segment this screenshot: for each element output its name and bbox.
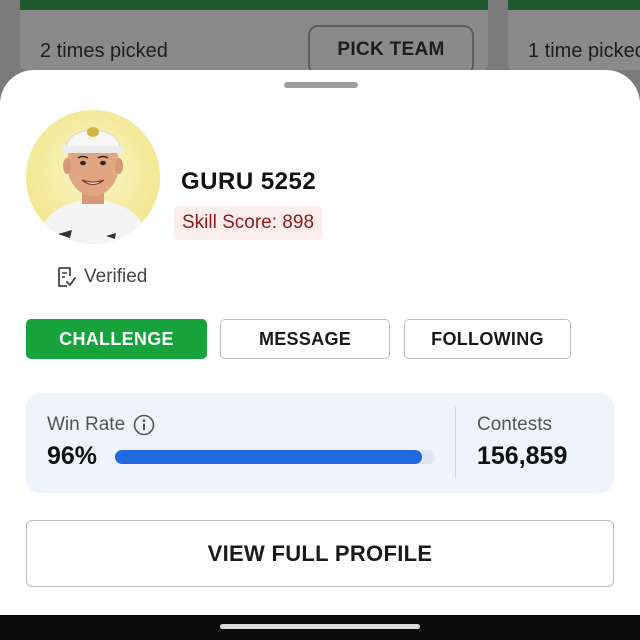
win-rate-value: 96% [47, 442, 98, 470]
win-rate-progress-bar [115, 450, 435, 464]
sheet-drag-handle[interactable] [284, 82, 358, 88]
skill-score-badge: Skill Score: 898 [174, 206, 323, 240]
avatar[interactable] [26, 110, 160, 244]
contests-label: Contests [477, 414, 552, 435]
home-indicator[interactable] [220, 624, 420, 629]
win-rate-label: Win Rate [47, 414, 126, 435]
card-header-strip [20, 0, 488, 10]
profile-name: GURU 5252 [181, 168, 317, 195]
verified-status: Verified [56, 264, 147, 290]
system-nav-bar [0, 615, 640, 640]
message-button[interactable]: MESSAGE [220, 319, 390, 359]
pick-team-button[interactable]: PICK TEAM [308, 25, 474, 75]
background-team-card-2: 1 time picked [508, 0, 640, 70]
info-icon[interactable] [133, 414, 155, 436]
challenge-button[interactable]: CHALLENGE [26, 319, 207, 359]
user-photo-icon [36, 127, 150, 244]
win-rate-progress-fill [115, 450, 423, 464]
background-content: 2 times picked PICK TEAM 1 time picked [0, 0, 640, 75]
picked-count-text: 2 times picked [40, 40, 168, 62]
profile-bottom-sheet: GURU 5252 Skill Score: 898 Verified CHAL… [0, 70, 640, 615]
win-rate-label-row: Win Rate [47, 414, 155, 436]
background-team-card: 2 times picked PICK TEAM [20, 0, 488, 75]
contests-value: 156,859 [477, 442, 568, 470]
picked-count-text: 1 time picked [528, 40, 640, 62]
stats-panel: Win Rate 96% Contests 156,859 [26, 393, 614, 493]
stats-divider [455, 407, 456, 479]
following-button[interactable]: FOLLOWING [404, 319, 571, 359]
card-header-strip [508, 0, 640, 10]
verified-document-icon [58, 267, 76, 287]
view-full-profile-button[interactable]: VIEW FULL PROFILE [26, 520, 614, 587]
verified-label: Verified [84, 266, 148, 287]
